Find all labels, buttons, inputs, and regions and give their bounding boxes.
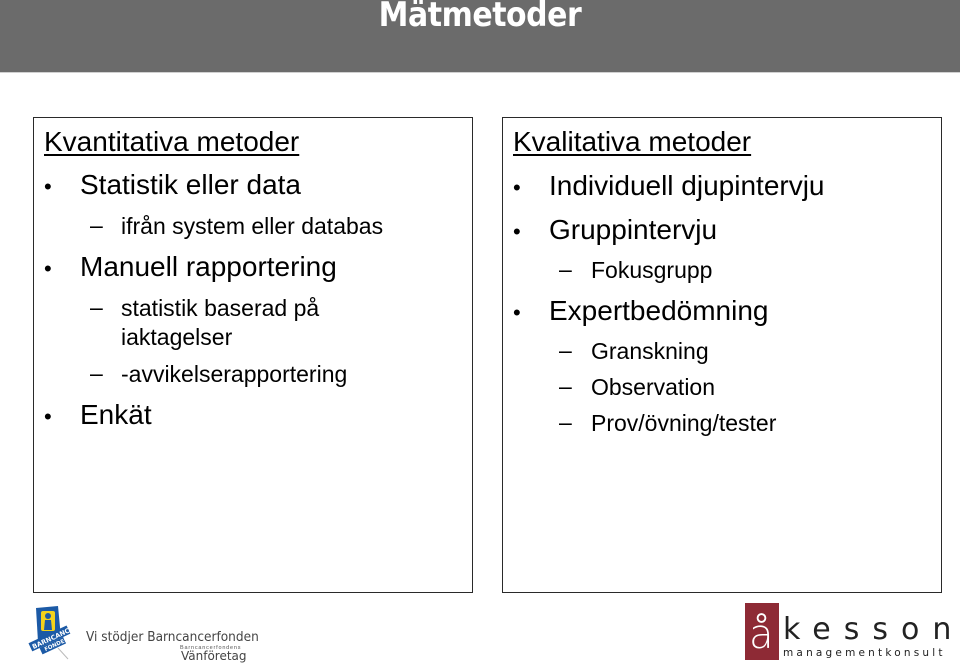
barncancerfonden-logo: BARNCANCER FONDEN bbox=[28, 604, 80, 660]
quantitative-methods-box: Kvantitativa metoder • Statistik eller d… bbox=[33, 117, 473, 593]
list-subitem: -avvikelserapportering bbox=[121, 361, 348, 387]
dash-icon: – bbox=[90, 212, 103, 238]
dash-icon: – bbox=[90, 360, 103, 386]
list-item: Gruppintervju bbox=[549, 214, 718, 245]
qualitative-heading: Kvalitativa metoder bbox=[513, 126, 752, 157]
akesson-logo-letter: å bbox=[749, 612, 774, 658]
bullet-icon: • bbox=[513, 219, 521, 244]
bullet-icon: • bbox=[44, 256, 52, 281]
list-item: Individuell djupintervju bbox=[549, 170, 825, 201]
slide-title-bar: Mätmetoder bbox=[0, 0, 960, 73]
quantitative-heading: Kvantitativa metoder bbox=[44, 126, 300, 157]
bullet-icon: • bbox=[513, 300, 521, 325]
barncancerfonden-logo-icon: BARNCANCER FONDEN bbox=[28, 606, 80, 660]
akesson-logo-subtitle: managementkonsult bbox=[783, 647, 946, 659]
qualitative-methods-box: Kvalitativa metoder • Individuell djupin… bbox=[502, 117, 942, 593]
list-item: Expertbedömning bbox=[549, 295, 769, 326]
dash-icon: – bbox=[90, 294, 103, 320]
list-subitem: ifrån system eller databas bbox=[121, 213, 384, 239]
list-item: Statistik eller data bbox=[80, 169, 301, 200]
dash-icon: – bbox=[559, 409, 572, 435]
bullet-icon: • bbox=[44, 174, 52, 199]
slide-title: Mätmetoder bbox=[378, 0, 582, 35]
list-item: Manuell rapportering bbox=[80, 251, 337, 282]
list-subitem: Fokusgrupp bbox=[591, 257, 713, 283]
list-subitem: Observation bbox=[591, 374, 716, 400]
list-subitem: Granskning bbox=[591, 338, 709, 364]
akesson-logo-name: kesson bbox=[783, 612, 960, 647]
list-subitem: Prov/övning/tester bbox=[591, 410, 777, 436]
list-subitem-continuation: iaktagelser bbox=[121, 324, 233, 350]
list-subitem: statistik baserad på bbox=[121, 295, 320, 321]
dash-icon: – bbox=[559, 337, 572, 363]
vanforetag-text: Vänföretag bbox=[181, 649, 247, 663]
dash-icon: – bbox=[559, 256, 572, 282]
bullet-icon: • bbox=[44, 404, 52, 429]
dash-icon: – bbox=[559, 373, 572, 399]
bullet-icon: • bbox=[513, 175, 521, 200]
list-item: Enkät bbox=[80, 399, 152, 430]
barncancerfonden-tagline: Vi stödjer Barncancerfonden bbox=[86, 629, 259, 645]
